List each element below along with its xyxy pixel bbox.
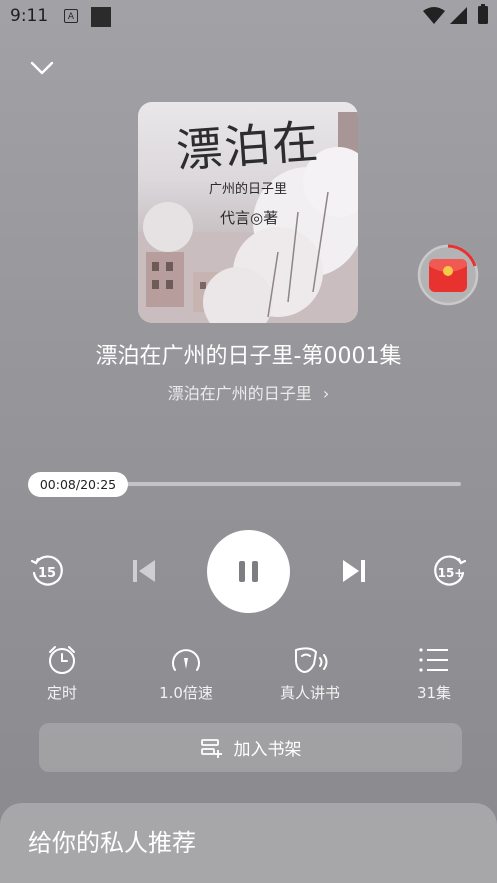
signal-icon	[450, 7, 467, 24]
timer-label: 定时	[46, 684, 77, 702]
battery-icon	[478, 4, 488, 24]
speed-label: 1.0倍速	[159, 684, 213, 702]
pause-bar-left	[239, 561, 245, 582]
track-title: 漂泊在广州的日子里-第0001集	[95, 344, 402, 369]
forward-15-icon[interactable]: 15+	[431, 552, 471, 590]
cover-subtitle: 广州的日子里	[208, 182, 287, 197]
speedometer-icon	[172, 649, 200, 671]
rewind-15-icon[interactable]: 15	[28, 552, 66, 590]
episode-count-label: 31集	[416, 684, 452, 702]
alarm-clock-icon	[49, 646, 75, 674]
recommendations-title: 给你的私人推荐	[28, 829, 196, 857]
speed-button[interactable]: 1.0倍速	[141, 644, 231, 703]
pause-bar-right	[252, 561, 258, 582]
album-arrow-icon: ›	[322, 384, 330, 403]
previous-track-icon[interactable]	[131, 558, 157, 584]
album-name[interactable]: 漂泊在广州的日子里	[168, 384, 312, 403]
timer-button[interactable]: 定时	[17, 644, 107, 703]
voice-head-icon	[295, 647, 328, 673]
progress-time-thumb[interactable]: 00:08/20:25	[28, 472, 128, 497]
list-icon	[419, 648, 448, 672]
wifi-icon	[423, 7, 445, 24]
status-time: 9:11	[10, 6, 49, 26]
collapse-chevron-down-icon[interactable]	[28, 56, 56, 80]
album-cover: 漂泊在 广州的日子里 代言◎著	[138, 102, 358, 323]
human-voice-button[interactable]: 真人讲书	[265, 644, 355, 703]
album-link[interactable]: 漂泊在广州的日子里 ›	[0, 380, 497, 404]
notification-square-icon	[91, 7, 111, 27]
cover-author: 代言◎著	[220, 209, 279, 227]
human-voice-label: 真人讲书	[279, 684, 340, 702]
red-packet-icon[interactable]	[417, 244, 479, 306]
rewind-label: 15	[38, 566, 56, 581]
notification-a-icon: A	[64, 9, 78, 23]
add-to-shelf-button[interactable]: 加入书架	[39, 723, 462, 772]
pause-button[interactable]	[207, 530, 290, 613]
forward-label: 15+	[438, 566, 465, 580]
episode-list-button[interactable]: 31集	[389, 644, 479, 703]
next-track-icon[interactable]	[341, 558, 367, 584]
add-to-shelf-label: 加入书架	[233, 740, 302, 760]
add-shelf-icon	[200, 738, 222, 758]
